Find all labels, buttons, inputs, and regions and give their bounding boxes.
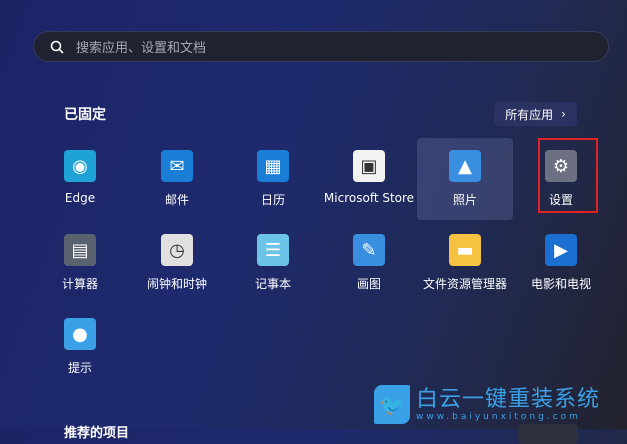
app-label: 文件资源管理器	[422, 277, 507, 291]
mail-icon: ✉	[161, 150, 193, 182]
app-tile[interactable]: ☰ 记事本	[225, 222, 321, 304]
more-button[interactable]	[518, 424, 578, 444]
highlight-box	[538, 138, 598, 213]
app-label: Microsoft Store	[323, 191, 415, 205]
search-box[interactable]: 搜索应用、设置和文档	[33, 31, 609, 62]
watermark: 🐦 白云一键重装系统 www.baiyunxitong.com	[374, 385, 600, 424]
app-tile[interactable]: ● 提示	[32, 306, 128, 388]
search-input[interactable]: 搜索应用、设置和文档	[76, 37, 206, 56]
app-label: 画图	[356, 277, 381, 291]
app-tile[interactable]: ▲ 照片	[417, 138, 513, 220]
calculator-icon: ▤	[64, 234, 96, 266]
app-label: 提示	[67, 361, 92, 375]
clock-icon: ◷	[161, 234, 193, 266]
recommended-heading: 推荐的项目	[64, 426, 130, 441]
all-apps-button[interactable]: 所有应用 ›	[494, 102, 577, 126]
tips-icon: ●	[64, 318, 96, 350]
app-tile[interactable]: ▬ 文件资源管理器	[417, 222, 513, 304]
app-tile[interactable]: ▦ 日历	[225, 138, 321, 220]
app-tile[interactable]: ▣ Microsoft Store	[321, 138, 417, 220]
app-tile[interactable]: ✎ 画图	[321, 222, 417, 304]
calendar-icon: ▦	[257, 150, 289, 182]
app-label: 电影和电视	[530, 277, 591, 291]
app-tile[interactable]: ▤ 计算器	[32, 222, 128, 304]
app-tile[interactable]: ◷ 闹钟和时钟	[129, 222, 225, 304]
paint-icon: ✎	[353, 234, 385, 266]
app-label: 计算器	[61, 277, 98, 291]
movies-icon: ▶	[545, 234, 577, 266]
bird-logo-icon: 🐦	[374, 385, 410, 424]
folder-icon: ▬	[449, 234, 481, 266]
photos-icon: ▲	[449, 150, 481, 182]
store-icon: ▣	[353, 150, 385, 182]
app-label: Edge	[64, 191, 96, 205]
app-tile[interactable]: ✉ 邮件	[129, 138, 225, 220]
watermark-url: www.baiyunxitong.com	[416, 411, 581, 422]
app-label: 记事本	[254, 277, 291, 291]
app-tile[interactable]: ◉ Edge	[32, 138, 128, 220]
chevron-right-icon: ›	[561, 107, 566, 121]
notepad-icon: ☰	[257, 234, 289, 266]
search-icon	[50, 40, 64, 54]
app-tile[interactable]: ▶ 电影和电视	[513, 222, 609, 304]
app-label: 日历	[260, 193, 285, 207]
edge-icon: ◉	[64, 150, 96, 182]
app-label: 照片	[452, 193, 477, 207]
app-label: 闹钟和时钟	[146, 277, 207, 291]
pinned-heading: 已固定	[64, 107, 106, 123]
app-label: 邮件	[164, 193, 189, 207]
all-apps-label: 所有应用	[505, 107, 554, 122]
watermark-title: 白云一键重装系统	[416, 386, 601, 412]
